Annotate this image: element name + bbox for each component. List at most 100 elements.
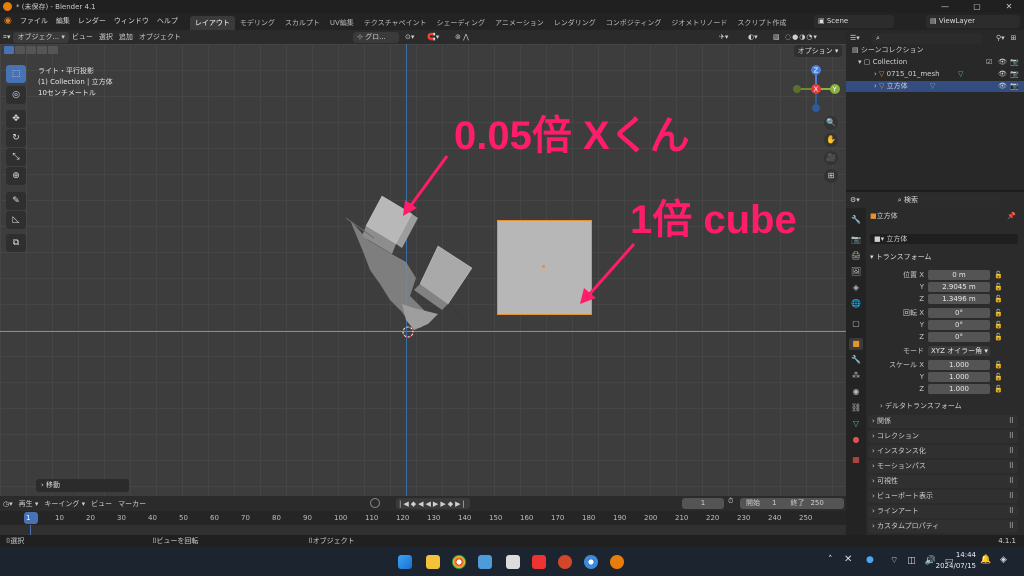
menu-timeline-view[interactable]: ビュー: [88, 497, 115, 511]
measure-tool[interactable]: ◺: [6, 211, 26, 229]
select-mode-extend-icon[interactable]: [15, 46, 25, 54]
menu-edit[interactable]: 編集: [52, 13, 74, 30]
timeline-editor-icon[interactable]: ◷▾: [0, 497, 16, 511]
drag-handle-icon[interactable]: ⠿: [1009, 505, 1014, 518]
rotation-mode-dropdown[interactable]: XYZ オイラー角 ▾: [928, 346, 990, 356]
instancing-section[interactable]: › インスタンス化 ⠿: [868, 445, 1018, 458]
tool-tab-icon[interactable]: 🔧: [849, 214, 863, 226]
chrome-icon[interactable]: [452, 555, 466, 569]
tab-shading[interactable]: シェーディング: [432, 16, 491, 30]
current-frame-field[interactable]: 1: [682, 498, 724, 509]
menu-file[interactable]: ファイル: [16, 13, 52, 30]
eye-icon[interactable]: 👁: [998, 57, 1007, 68]
filter-icon[interactable]: ⚲▾: [996, 34, 1005, 42]
powerpoint-icon[interactable]: [558, 555, 572, 569]
menu-keying[interactable]: キーイング ▾: [41, 497, 88, 511]
menu-view[interactable]: ビュー: [69, 30, 96, 44]
visibility-section[interactable]: › 可視性 ⠿: [868, 475, 1018, 488]
auto-keying-icon[interactable]: [370, 498, 380, 508]
shading-modes-icon[interactable]: ◌●◑◔▾: [782, 30, 821, 44]
view-layer-tab-icon[interactable]: 🖼: [849, 266, 863, 278]
app-icon[interactable]: [478, 555, 492, 569]
pivot-icon[interactable]: ⊙▾: [402, 30, 417, 44]
motion-paths-section[interactable]: › モーションパス ⠿: [868, 460, 1018, 473]
data-tab-icon[interactable]: ▽: [849, 418, 863, 430]
zoom-icon[interactable]: 🔍: [824, 116, 838, 130]
delta-transform-section[interactable]: › デルタトランスフォーム: [880, 401, 1018, 412]
modifier-tab-icon[interactable]: 🔧: [849, 354, 863, 366]
last-operation-panel[interactable]: › 移動: [36, 479, 129, 492]
render-tab-icon[interactable]: 📷: [849, 234, 863, 246]
outliner-item-mesh[interactable]: › ▽ 0715_01_mesh ▽ 👁 📷: [846, 69, 1024, 80]
minimize-button[interactable]: —: [930, 1, 960, 12]
custom-properties-section[interactable]: › カスタムプロパティ ⠿: [868, 520, 1018, 533]
lock-icon[interactable]: 🔓: [994, 271, 1003, 279]
physics-tab-icon[interactable]: ◉: [849, 386, 863, 398]
drag-handle-icon[interactable]: ⠿: [1009, 415, 1014, 428]
tab-layout[interactable]: レイアウト: [189, 15, 235, 30]
tab-uv[interactable]: UV編集: [325, 16, 359, 30]
scene-selector[interactable]: ▣ Scene: [814, 15, 894, 28]
stopwatch-icon[interactable]: ⏱: [728, 497, 733, 506]
camera-render-icon[interactable]: 📷: [1010, 57, 1019, 68]
menu-help[interactable]: ヘルプ: [153, 13, 182, 30]
scale-tool[interactable]: ⤡: [6, 148, 26, 166]
camera-render-icon[interactable]: 📷: [1010, 69, 1019, 80]
drag-handle-icon[interactable]: ⠿: [1009, 520, 1014, 533]
drag-handle-icon[interactable]: ⠿: [1009, 445, 1014, 458]
outliner-item-cube[interactable]: › ▽ 立方体 ▽ 👁 📷: [846, 81, 1024, 92]
lock-icon[interactable]: 🔓: [994, 385, 1003, 393]
camera-icon[interactable]: 🎥: [824, 151, 838, 165]
menu-object[interactable]: オブジェクト: [136, 30, 184, 44]
clock-date[interactable]: 2024/07/15: [932, 562, 976, 570]
lock-icon[interactable]: 🔓: [994, 333, 1003, 341]
prev-key-icon[interactable]: ◆◀: [411, 500, 426, 508]
x-icon[interactable]: ✕: [844, 554, 852, 565]
frame-range-field[interactable]: 開始 1 終了 250: [740, 498, 844, 509]
eye-icon[interactable]: 👁: [998, 81, 1007, 92]
tab-texture-paint[interactable]: テクスチャペイント: [359, 16, 432, 30]
widgets-icon[interactable]: ◈: [1000, 555, 1007, 565]
tab-compositing[interactable]: コンポジティング: [601, 16, 667, 30]
close-button[interactable]: ✕: [994, 1, 1024, 12]
clock-time[interactable]: 14:44: [946, 551, 976, 559]
menu-playback[interactable]: 再生 ▾: [16, 497, 42, 511]
blender-menu-icon[interactable]: ◉: [0, 13, 16, 30]
outliner-search[interactable]: ⌕: [872, 32, 982, 44]
rotation-x-field[interactable]: 0°: [928, 308, 990, 318]
outliner-editor-icon[interactable]: ☰▾: [850, 34, 864, 42]
texture-tab-icon[interactable]: ▦: [849, 454, 863, 466]
pan-hand-icon[interactable]: ✋: [824, 133, 838, 147]
select-box-tool[interactable]: ⬚: [6, 65, 26, 83]
menu-marker[interactable]: マーカー: [115, 497, 149, 511]
tab-scripting[interactable]: スクリプト作成: [732, 16, 791, 30]
menu-window[interactable]: ウィンドウ: [110, 13, 153, 30]
menu-select[interactable]: 選択: [96, 30, 116, 44]
select-mode-intersect-icon[interactable]: [48, 46, 58, 54]
options-dropdown[interactable]: オプション ▾: [794, 45, 842, 57]
lock-icon[interactable]: 🔓: [994, 361, 1003, 369]
proportional-edit-icon[interactable]: ⊚ ⋀: [452, 30, 472, 44]
lock-icon[interactable]: 🔓: [994, 321, 1003, 329]
tab-rendering[interactable]: レンダリング: [549, 16, 601, 30]
world-tab-icon[interactable]: 🌐: [849, 298, 863, 310]
properties-search[interactable]: ⌕ 検索: [893, 194, 1006, 206]
overlay-toggle-icon[interactable]: ◐▾: [745, 30, 761, 44]
tab-animation[interactable]: アニメーション: [490, 16, 549, 30]
transform-tool[interactable]: ⊕: [6, 167, 26, 185]
rotation-z-field[interactable]: 0°: [928, 332, 990, 342]
chrome-profile-icon[interactable]: [584, 555, 598, 569]
next-key-icon[interactable]: ▶◆: [440, 500, 455, 508]
collections-section[interactable]: › コレクション ⠿: [868, 430, 1018, 443]
file-explorer-icon[interactable]: [426, 555, 440, 569]
timeline-ruler[interactable]: 1 10 20 30 40 50 60 70 80 90 100 110 120 130 140 150 160…: [0, 511, 846, 525]
snap-icon[interactable]: 🧲▾: [424, 30, 442, 44]
outliner-scene-collection[interactable]: ▤ シーンコレクション: [846, 45, 1024, 56]
pdf-icon[interactable]: [532, 555, 546, 569]
chevron-up-icon[interactable]: ˄: [828, 555, 833, 565]
scale-y-field[interactable]: 1.000: [928, 372, 990, 382]
rotation-y-field[interactable]: 0°: [928, 320, 990, 330]
navigation-gizmo[interactable]: Z Y X: [790, 62, 842, 116]
blender-taskbar-icon[interactable]: [610, 555, 624, 569]
output-tab-icon[interactable]: 🖨: [849, 250, 863, 262]
